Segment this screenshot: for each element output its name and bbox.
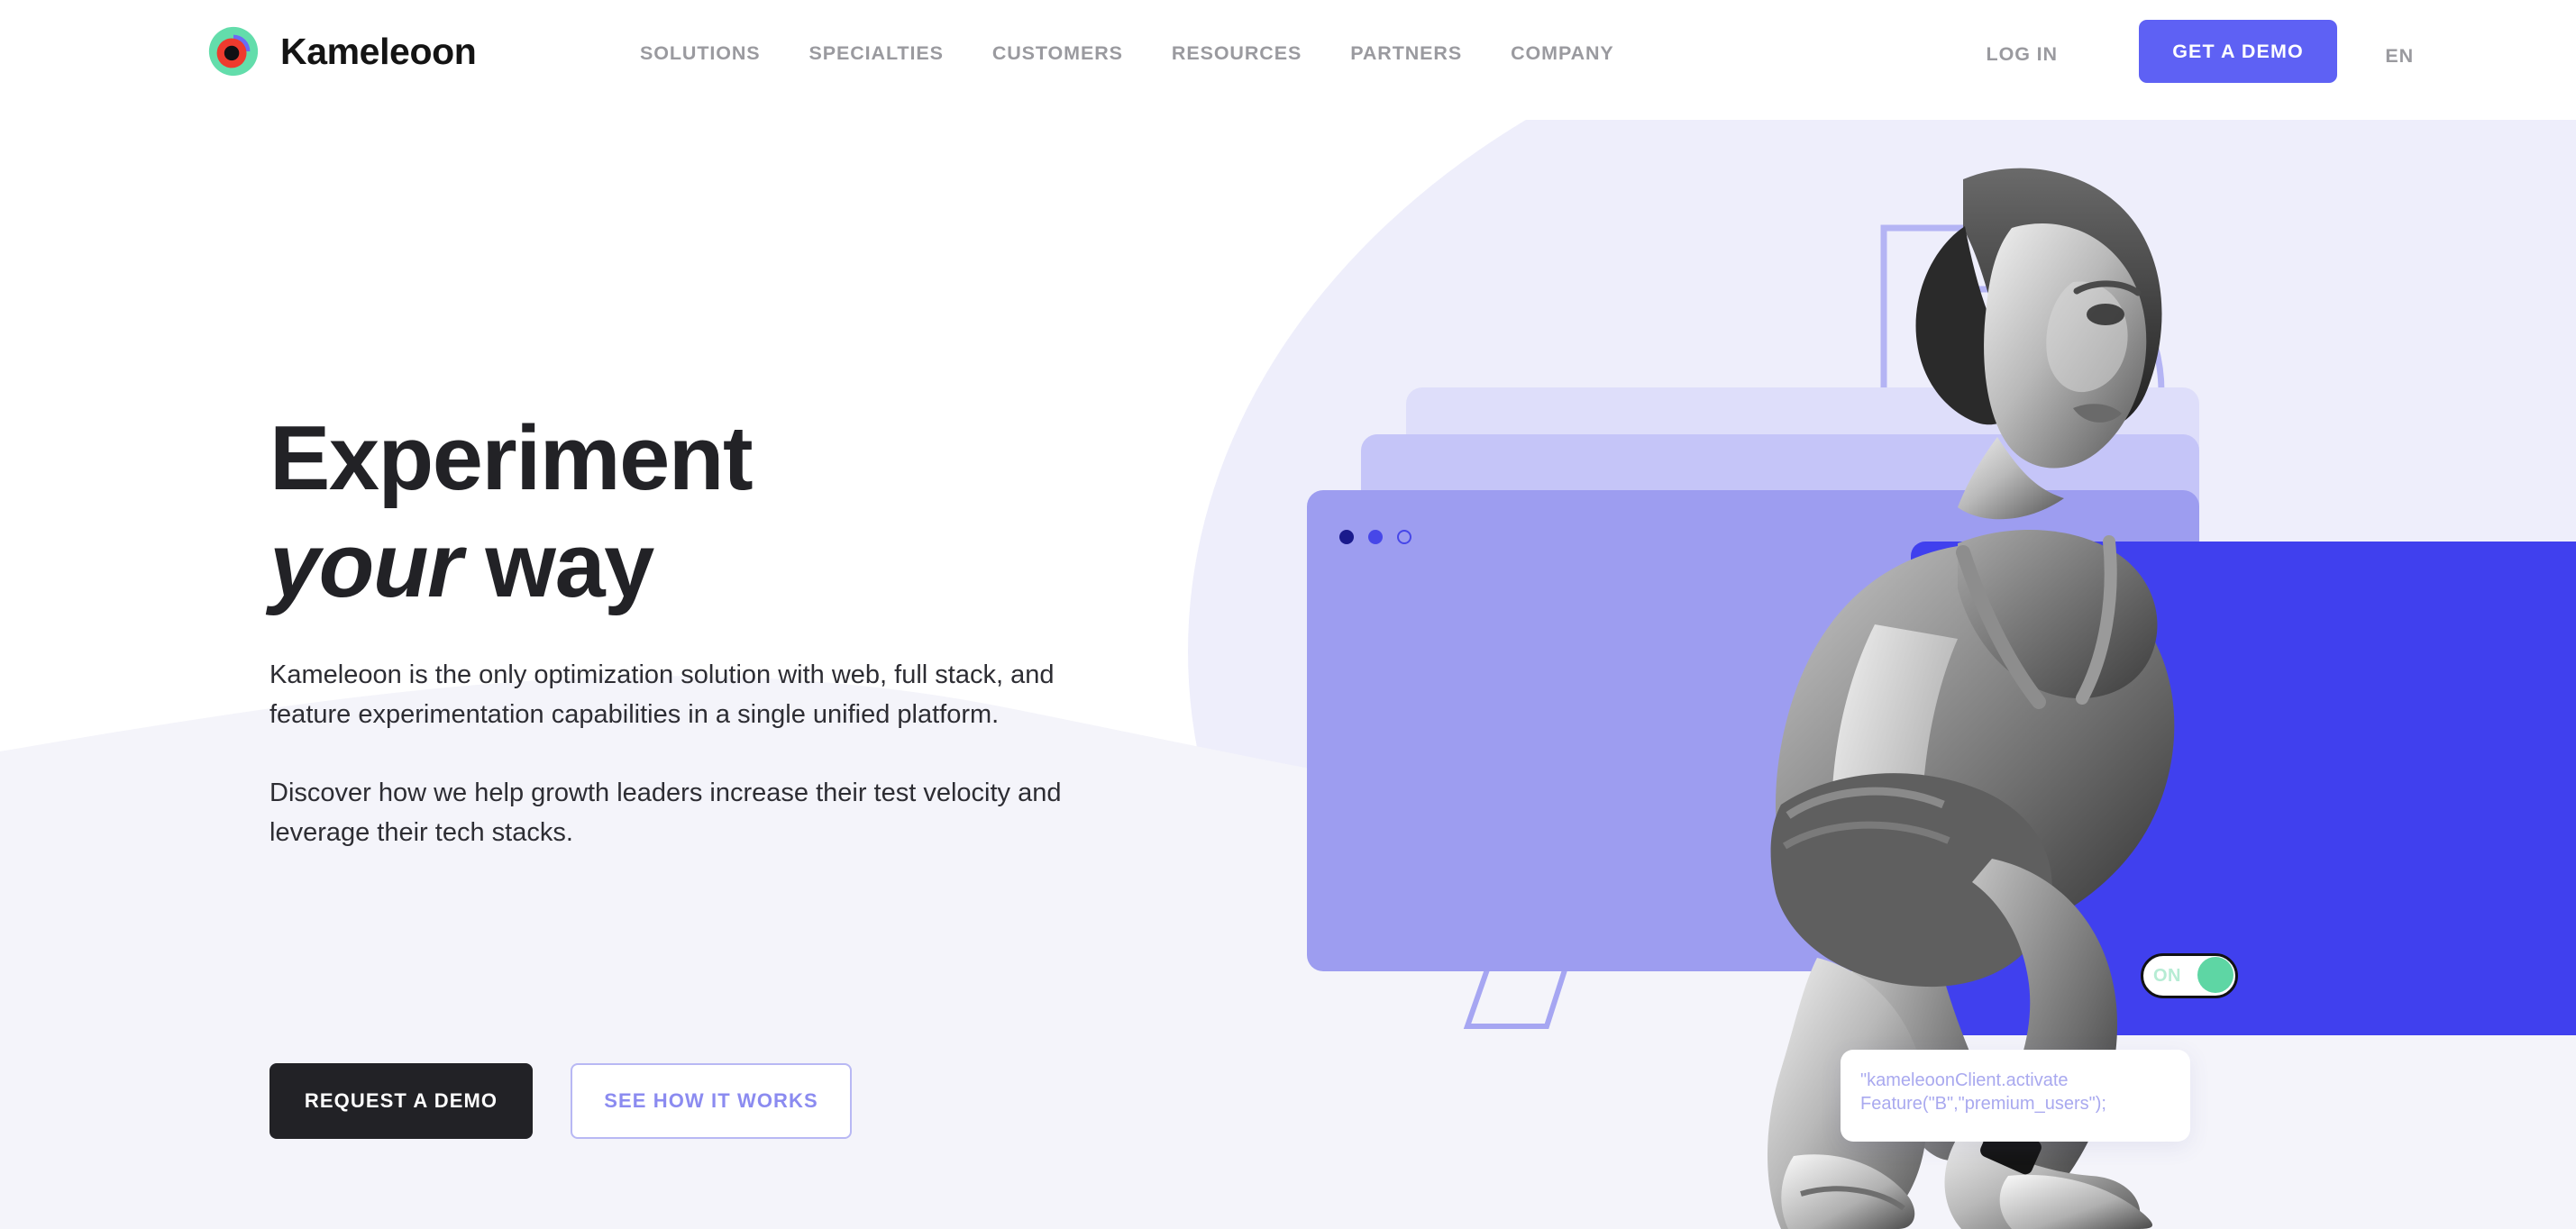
kameleoon-homepage-hero: Kameleoon SOLUTIONS SPECIALTIES CUSTOMER… xyxy=(0,0,2576,1229)
hero-paragraph-2: Discover how we help growth leaders incr… xyxy=(269,778,1062,847)
login-link[interactable]: LOG IN xyxy=(1987,43,2058,66)
nav-item-solutions[interactable]: SOLUTIONS xyxy=(616,42,785,65)
hero-cta-row: REQUEST A DEMO SEE HOW IT WORKS xyxy=(269,1063,852,1139)
nav-item-company[interactable]: COMPANY xyxy=(1486,42,1639,65)
nav-item-partners[interactable]: PARTNERS xyxy=(1326,42,1486,65)
page-title: Experiment your way xyxy=(269,405,1135,620)
logo-wordmark: Kameleoon xyxy=(280,30,477,72)
hero-visual: ON "kameleoonClient.activate Feature("B"… xyxy=(1307,120,2576,1229)
see-how-it-works-button[interactable]: SEE HOW IT WORKS xyxy=(571,1063,852,1139)
hero-title-line2-rest: way xyxy=(461,515,654,617)
window-controls xyxy=(1339,530,1411,544)
feature-toggle[interactable]: ON xyxy=(2141,953,2238,998)
site-header: Kameleoon SOLUTIONS SPECIALTIES CUSTOMER… xyxy=(0,0,2576,120)
nav-item-customers[interactable]: CUSTOMERS xyxy=(968,42,1147,65)
get-a-demo-button[interactable]: GET A DEMO xyxy=(2139,20,2337,83)
toggle-knob[interactable] xyxy=(2197,957,2233,993)
code-snippet-text: "kameleoonClient.activate Feature("B","p… xyxy=(1860,1070,2106,1115)
hero-title-line1: Experiment xyxy=(269,408,754,509)
request-a-demo-button[interactable]: REQUEST A DEMO xyxy=(269,1063,533,1139)
hero-paragraph-1: Kameleoon is the only optimization solut… xyxy=(269,660,1055,729)
code-snippet-card: "kameleoonClient.activate Feature("B","p… xyxy=(1841,1050,2190,1142)
window-dot-navy-icon xyxy=(1339,530,1354,544)
kameleoon-logo-icon xyxy=(208,26,259,77)
nav-item-resources[interactable]: RESOURCES xyxy=(1147,42,1326,65)
hero-copy: Experiment your way Kameleoon is the onl… xyxy=(269,405,1135,852)
logo[interactable]: Kameleoon xyxy=(206,23,477,79)
hero-title-emphasis: your xyxy=(269,515,462,617)
toggle-label: ON xyxy=(2153,965,2181,986)
nav-item-specialties[interactable]: SPECIALTIES xyxy=(785,42,968,65)
window-dot-outline-icon xyxy=(1397,530,1411,544)
language-selector[interactable]: EN xyxy=(2385,45,2414,68)
main-navigation: SOLUTIONS SPECIALTIES CUSTOMERS RESOURCE… xyxy=(616,42,1639,65)
window-dot-blue-icon xyxy=(1368,530,1383,544)
